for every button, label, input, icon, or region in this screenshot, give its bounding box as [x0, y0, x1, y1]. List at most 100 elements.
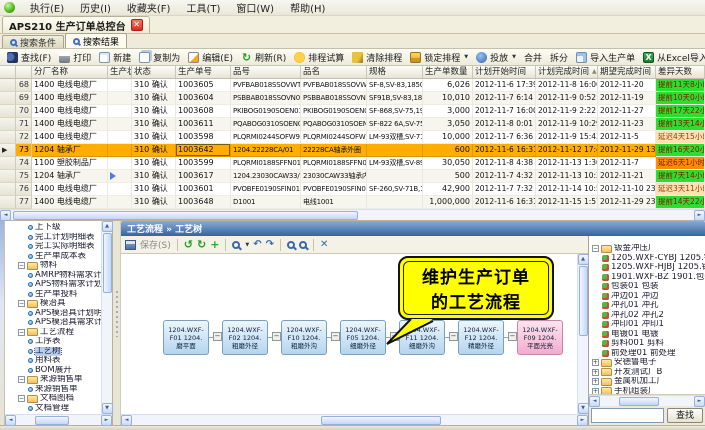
tree-item[interactable]: APS模治具计划明细	[5, 309, 101, 319]
从xcel导入-button[interactable]: X从Excel导入▼	[639, 50, 705, 65]
workcenter-search-input[interactable]	[591, 408, 664, 423]
table-row[interactable]: 721400 电线电缆厂310 确认1003598PLQRMI0244SOFW9…	[0, 131, 705, 144]
zoom-out-icon[interactable]	[299, 241, 307, 249]
expand-icon[interactable]: +	[592, 369, 599, 376]
process-node[interactable]: 1204.WXF-F02 1204.粗磨外径	[222, 320, 268, 355]
复制为-button[interactable]: 复制为	[135, 50, 184, 65]
process-node[interactable]: 1204.WXF-F01 1204.磨平面	[163, 320, 209, 355]
table-row[interactable]: 751204 轴承厂310 确认10036171204.23030CAW33/0…	[0, 170, 705, 183]
column-header-status[interactable]: 状态	[132, 66, 176, 79]
tree-item[interactable]: −文档图档	[5, 394, 101, 404]
zoom-select-icon[interactable]	[232, 241, 240, 249]
column-header-diff[interactable]: 差异天数	[656, 66, 705, 79]
tree-item[interactable]: +安德鲁电子	[589, 358, 705, 368]
scroll-left-icon[interactable]: ◄	[589, 396, 600, 407]
tree-item[interactable]: 生产单成本表	[5, 252, 101, 262]
column-header-pstatus[interactable]: 生产状态	[108, 66, 132, 79]
table-row[interactable]: 691400 电线电缆厂310 确认1003604PSBBAB018SSOVN0…	[0, 92, 705, 105]
scroll-thumb[interactable]	[579, 266, 588, 336]
collapse-icon[interactable]: −	[331, 332, 340, 341]
menu-item[interactable]: 收藏夹(F)	[119, 0, 179, 16]
tree-item[interactable]: −模治具	[5, 299, 101, 309]
table-row[interactable]: 771400 电线电缆厂310 确认1003648D1001电线10011,00…	[0, 196, 705, 209]
合并-button[interactable]: 合并	[520, 50, 546, 65]
table-row[interactable]: 681400 电线电缆厂310 确认1003605PVFBAB018SSOVWT…	[0, 79, 705, 92]
scroll-down-icon[interactable]: ▼	[578, 403, 589, 414]
scroll-thumb[interactable]	[619, 397, 659, 406]
tree-item[interactable]: 生产单投料	[5, 290, 101, 300]
save-icon[interactable]	[125, 240, 136, 250]
collapse-icon[interactable]: −	[18, 262, 25, 269]
left-tree-h-scrollbar[interactable]: ◄ ►	[5, 414, 112, 425]
scroll-right-icon[interactable]: ►	[694, 210, 705, 221]
tree-item[interactable]: −来源销售单	[5, 375, 101, 385]
menu-item[interactable]: 执行(E)	[22, 0, 72, 16]
fit-view-icon[interactable]: ✕	[320, 239, 328, 251]
tree-item[interactable]: 电镀01 电镀	[589, 330, 705, 340]
table-row[interactable]: 741100 塑胶制品厂310 确认1003599PLQRMI0188SFFN0…	[0, 157, 705, 170]
tree-item[interactable]: −工艺流程	[5, 328, 101, 338]
column-header-expect[interactable]: 期望完成时间	[598, 66, 656, 79]
scroll-thumb[interactable]	[103, 233, 112, 293]
table-row[interactable]: 711400 电线电缆厂310 确认1003611PQABOG0310SOEN0…	[0, 118, 705, 131]
column-header-spec[interactable]: 规格	[367, 66, 423, 79]
编辑-button[interactable]: 编辑(E)	[184, 50, 237, 65]
column-header-start[interactable]: 计划开始时间	[473, 66, 536, 79]
tree-item[interactable]: 1205.WXF-CYBJ 1205.钣金冲	[589, 254, 705, 264]
tree-item[interactable]: APS模治具需求计划	[5, 318, 101, 328]
expand-icon[interactable]: +	[592, 388, 599, 395]
scroll-thumb[interactable]	[321, 416, 441, 425]
menu-item[interactable]: 帮助(H)	[282, 0, 333, 16]
tree-item[interactable]: +金属机加工厂	[589, 377, 705, 387]
tree-item[interactable]: AMRP物料需求计划明	[5, 271, 101, 281]
menu-item[interactable]: 工具(T)	[178, 0, 228, 16]
锁定排程-button[interactable]: 锁定排程▼	[406, 50, 472, 65]
scroll-up-icon[interactable]: ▲	[578, 254, 589, 265]
collapse-icon[interactable]: −	[272, 332, 281, 341]
canvas-v-scrollbar[interactable]: ▲ ▼	[577, 254, 588, 414]
tree-item[interactable]: 冲孔02 冲孔2	[589, 311, 705, 321]
rotate-ccw-icon[interactable]: ↺	[184, 239, 193, 251]
scroll-thumb[interactable]	[13, 211, 358, 220]
tab-criteria[interactable]: 搜索条件	[2, 35, 64, 48]
collapse-icon[interactable]: −	[18, 300, 25, 307]
scroll-up-icon[interactable]: ▲	[102, 221, 113, 232]
process-node[interactable]: 1204.WXF-F12 1204.精磨外径	[458, 320, 504, 355]
process-node[interactable]: 1204.WXF-F10 1204.粗磨外沟	[281, 320, 327, 355]
menu-item[interactable]: 历史(I)	[72, 0, 119, 16]
panel-splitter[interactable]	[113, 221, 121, 425]
grid-h-scrollbar[interactable]: ◄ ►	[0, 209, 705, 220]
排程试算-button[interactable]: 排程试算	[290, 50, 348, 65]
find-button[interactable]: 查找	[667, 408, 703, 423]
rotate-cw-icon[interactable]: ↻	[197, 239, 206, 251]
table-row[interactable]: 761400 电线电缆厂310 确认1003601PVOBFE0190SFIN0…	[0, 183, 705, 196]
collapse-icon[interactable]: −	[449, 332, 458, 341]
打印-button[interactable]: 打印	[55, 50, 95, 65]
tree-item[interactable]: 用料表	[5, 356, 101, 366]
tree-item[interactable]: 完工计划明细表	[5, 233, 101, 243]
canvas-h-scrollbar[interactable]: ◄ ►	[121, 414, 588, 425]
tree-item[interactable]: 文档管理	[5, 404, 101, 414]
save-button[interactable]: 保存(S)	[140, 238, 171, 251]
tree-item[interactable]: 冲印01 冲印1	[589, 320, 705, 330]
collapse-icon[interactable]: −	[18, 395, 25, 402]
collapse-icon[interactable]: −	[18, 329, 25, 336]
chevron-down-icon[interactable]: ▼	[464, 54, 468, 60]
tree-item[interactable]: 1205.WXF-HJBJ 1205.钣金焊	[589, 263, 705, 273]
table-row[interactable]: ▶731204 轴承厂310 确认10036421204.22228CA/012…	[0, 144, 705, 157]
zoom-in-icon[interactable]	[287, 241, 295, 249]
column-header-pn[interactable]: 品号	[231, 66, 301, 79]
scroll-left-icon[interactable]: ◄	[5, 415, 16, 426]
tree-item[interactable]: APS物料需求计划明	[5, 280, 101, 290]
scroll-left-icon[interactable]: ◄	[0, 210, 11, 221]
tab-results[interactable]: 搜索结果	[65, 33, 127, 48]
导入生产单-button[interactable]: 导入生产单	[572, 50, 639, 65]
拆分-button[interactable]: 拆分	[546, 50, 572, 65]
tree-item[interactable]: 前处理01 前处理	[589, 349, 705, 359]
tree-item[interactable]: 工艺树	[5, 347, 101, 357]
collapse-icon[interactable]: −	[508, 332, 517, 341]
tree-item[interactable]: 工序表	[5, 337, 101, 347]
chevron-down-icon[interactable]: ▼	[245, 242, 249, 248]
column-header-order[interactable]: 生产单号	[176, 66, 231, 79]
查找-button[interactable]: 查找(F)	[3, 50, 55, 65]
